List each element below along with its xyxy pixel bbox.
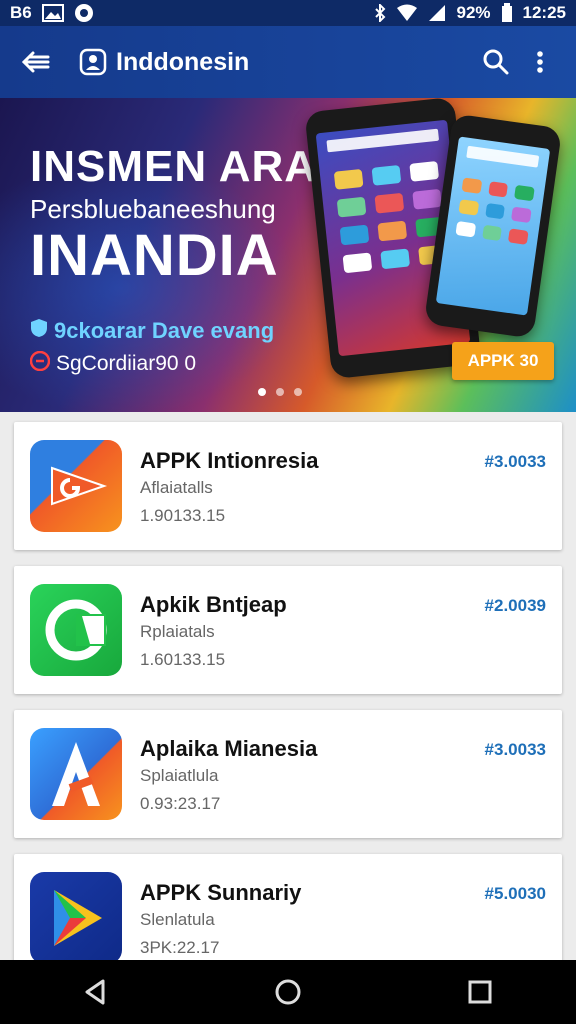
signal-icon xyxy=(428,4,446,22)
letter-a-icon xyxy=(30,728,122,820)
back-arrow-icon[interactable] xyxy=(14,40,58,84)
nav-home-icon[interactable] xyxy=(258,962,318,1022)
green-chat-icon xyxy=(30,584,122,676)
app-subtitle: Slenlatula xyxy=(140,910,215,929)
app-price: #3.0033 xyxy=(484,740,546,759)
overflow-menu-icon[interactable] xyxy=(518,40,562,84)
status-right: 92% 12:25 xyxy=(374,3,566,23)
status-time: 12:25 xyxy=(522,3,566,22)
app-subtitle: Aflaiatalls xyxy=(140,478,213,497)
bluetooth-icon xyxy=(374,4,386,22)
app-subtitle: Splaiatlula xyxy=(140,766,219,785)
play-store-icon xyxy=(30,872,122,964)
app-card[interactable]: Apkik Bntjeap Rplaiatals 1.60133.15 #2.0… xyxy=(14,566,562,694)
carousel-dots xyxy=(258,388,302,396)
status-left: B6 xyxy=(10,3,94,23)
banner-promo-text: 9ckoarar Dave evang xyxy=(54,318,275,343)
app-meta: 1.60133.15 xyxy=(140,650,226,669)
nav-back-icon[interactable] xyxy=(66,962,126,1022)
promo-banner[interactable]: INSMEN ARA Persbluebaneeshung INANDIA 9c… xyxy=(0,98,576,412)
nav-recents-icon[interactable] xyxy=(450,962,510,1022)
app-meta: 0.93:23.17 xyxy=(140,794,221,813)
carousel-dot[interactable] xyxy=(294,388,302,396)
carousel-dot[interactable] xyxy=(258,388,266,396)
shield-icon xyxy=(30,318,48,344)
banner-promo-line: 9ckoarar Dave evang xyxy=(30,318,274,344)
status-bar: B6 92% 12:25 xyxy=(0,0,576,26)
carousel-dot[interactable] xyxy=(276,388,284,396)
app-name: APPK Intionresia xyxy=(140,448,319,473)
app-card[interactable]: Aplaika Mianesia Splaiatlula 0.93:23.17 … xyxy=(14,710,562,838)
app-price: #3.0033 xyxy=(484,452,546,471)
battery-icon xyxy=(501,3,513,23)
banner-promo-line-2: SgCordiiar90 0 xyxy=(29,350,197,377)
app-meta: 3PK:22.17 xyxy=(140,938,220,957)
banner-cta-button[interactable]: APPK 30 xyxy=(452,342,554,380)
app-price: #2.0039 xyxy=(484,596,546,615)
app-card[interactable]: APPK Intionresia Aflaiatalls 1.90133.15 … xyxy=(14,422,562,550)
orange-play-arrow-icon xyxy=(30,440,122,532)
app-name: Apkik Bntjeap xyxy=(140,592,287,617)
banner-big-text: INANDIA xyxy=(30,223,279,288)
image-icon xyxy=(41,4,64,22)
notification-icon xyxy=(74,3,94,23)
app-price: #5.0030 xyxy=(484,884,546,903)
battery-percent: 92% xyxy=(456,3,491,22)
banner-headline: INSMEN ARA xyxy=(30,142,318,191)
app-subtitle: Rplaiatals xyxy=(140,622,215,641)
app-name: APPK Sunnariy xyxy=(140,880,302,905)
app-name: Aplaika Mianesia xyxy=(140,736,318,761)
promo-badge-icon xyxy=(29,350,51,377)
wifi-icon xyxy=(396,4,418,22)
app-title: Inddonesin xyxy=(116,47,250,76)
status-left-text: B6 xyxy=(10,3,32,22)
search-icon[interactable] xyxy=(474,40,518,84)
app-bar: Inddonesin xyxy=(0,26,576,98)
system-nav-bar xyxy=(0,960,576,1024)
app-meta: 1.90133.15 xyxy=(140,506,226,525)
banner-promo-text-2: SgCordiiar90 0 xyxy=(56,352,197,375)
app-logo-icon xyxy=(78,47,108,77)
banner-subheadline: Persbluebaneeshung xyxy=(30,194,276,224)
